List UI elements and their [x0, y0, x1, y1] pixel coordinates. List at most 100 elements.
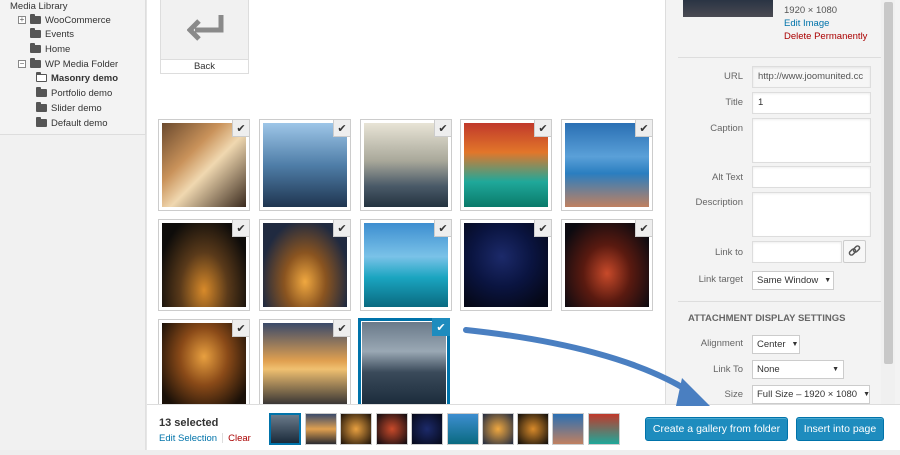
chevron-down-icon: ▼: [832, 366, 839, 373]
size-select[interactable]: Full Size – 1920 × 1080 ▼: [752, 385, 870, 404]
link-to-select[interactable]: None ▼: [752, 360, 844, 379]
folder-icon: [36, 102, 47, 112]
tree-item-events[interactable]: Events: [30, 27, 74, 41]
selection-mini-thumb[interactable]: [305, 413, 337, 445]
attachment-thumb[interactable]: ✔: [460, 219, 552, 311]
tree-item-label: WooCommerce: [45, 14, 111, 26]
link-target-select[interactable]: Same Window ▼: [752, 271, 834, 290]
selection-mini-thumb[interactable]: [447, 413, 479, 445]
divider: [678, 301, 882, 302]
chevron-down-icon: ▼: [791, 341, 799, 348]
return-arrow-icon: [187, 15, 224, 41]
check-icon[interactable]: ✔: [333, 119, 351, 137]
folder-icon: [30, 14, 41, 24]
link-target-value: Same Window: [757, 275, 819, 286]
attachment-thumb[interactable]: ✔: [158, 119, 250, 211]
attachment-thumb-selected[interactable]: ✔: [358, 318, 450, 410]
tree-item-portfolio-demo[interactable]: Portfolio demo: [36, 86, 112, 100]
folder-icon: [30, 43, 41, 53]
alt-text-field[interactable]: [752, 166, 871, 188]
url-field[interactable]: http://www.joomunited.cc: [752, 66, 871, 88]
tree-item-label: Slider demo: [51, 102, 102, 114]
size-label: Size: [724, 389, 743, 400]
attachment-thumb[interactable]: ✔: [259, 119, 351, 211]
back-label: Back: [161, 59, 248, 73]
check-icon[interactable]: ✔: [534, 119, 552, 137]
selection-count: 13 selected: [159, 417, 219, 429]
size-value: Full Size – 1920 × 1080: [757, 389, 858, 400]
check-icon[interactable]: ✔: [232, 219, 250, 237]
check-icon[interactable]: ✔: [232, 319, 250, 337]
title-label: Title: [725, 97, 743, 108]
tree-item-home[interactable]: Home: [30, 42, 70, 56]
tree-item-label: Portfolio demo: [51, 87, 113, 99]
expand-icon[interactable]: +: [18, 16, 26, 24]
folder-icon: [36, 117, 47, 127]
tree-item-label: Masonry demo: [51, 72, 119, 84]
tree-item-label: Default demo: [51, 117, 108, 129]
selection-mini-thumb[interactable]: [340, 413, 372, 445]
link-to-field[interactable]: [752, 241, 842, 263]
caption-field[interactable]: [752, 118, 871, 163]
delete-permanently-link[interactable]: Delete Permanently: [784, 31, 867, 42]
selected-image-preview: [683, 0, 773, 17]
tree-item-masonry-demo[interactable]: Masonry demo: [35, 71, 119, 85]
attachment-thumb[interactable]: ✔: [561, 219, 653, 311]
attachment-thumb[interactable]: ✔: [259, 219, 351, 311]
link-to-display-label: Link To: [713, 364, 743, 375]
selection-mini-thumb[interactable]: [376, 413, 408, 445]
selection-mini-thumb[interactable]: [411, 413, 443, 445]
back-folder-tile[interactable]: Back: [160, 0, 249, 74]
edit-image-link[interactable]: Edit Image: [784, 18, 829, 29]
check-icon[interactable]: ✔: [232, 119, 250, 137]
selection-mini-thumb[interactable]: [588, 413, 620, 445]
footer-strip: [0, 450, 900, 455]
tree-item-label: WP Media Folder: [45, 58, 119, 70]
attachment-thumb[interactable]: ✔: [561, 119, 653, 211]
selection-actions: Edit Selection Clear: [159, 433, 251, 444]
link-to-label: Link to: [715, 247, 743, 258]
link-target-label: Link target: [698, 274, 743, 285]
attachment-thumb[interactable]: ✔: [158, 319, 250, 411]
clear-selection-link[interactable]: Clear: [228, 433, 251, 444]
attachment-thumb[interactable]: ✔: [360, 119, 452, 211]
edit-selection-link[interactable]: Edit Selection: [159, 433, 217, 444]
selection-mini-thumb[interactable]: [269, 413, 301, 445]
selection-mini-thumb[interactable]: [482, 413, 514, 445]
attachment-thumb[interactable]: ✔: [259, 319, 351, 411]
folder-icon: [36, 87, 47, 97]
divider: [678, 57, 882, 58]
link-button[interactable]: [843, 240, 866, 263]
divider: [222, 433, 224, 444]
alt-text-label: Alt Text: [712, 172, 743, 183]
check-icon[interactable]: ✔: [434, 119, 452, 137]
tree-item-default-demo[interactable]: Default demo: [36, 116, 108, 130]
collapse-icon[interactable]: −: [18, 60, 26, 68]
tree-item-slider-demo[interactable]: Slider demo: [36, 101, 102, 115]
check-icon[interactable]: ✔: [534, 219, 552, 237]
tree-item-woocommerce[interactable]: + WooCommerce: [18, 13, 111, 27]
sidebar-scrollbar[interactable]: [881, 0, 895, 404]
title-field[interactable]: 1: [752, 92, 871, 114]
scrollbar-thumb[interactable]: [884, 2, 893, 364]
tree-item-wp-media-folder[interactable]: − WP Media Folder: [18, 57, 118, 71]
attachment-thumb[interactable]: ✔: [360, 219, 452, 311]
tree-item-label: Events: [45, 28, 75, 40]
tree-title[interactable]: Media Library: [10, 1, 68, 12]
check-icon[interactable]: ✔: [434, 219, 452, 237]
attachment-thumb[interactable]: ✔: [460, 119, 552, 211]
insert-into-page-button[interactable]: Insert into page: [796, 417, 884, 441]
check-icon[interactable]: ✔: [635, 119, 653, 137]
selection-mini-thumb[interactable]: [552, 413, 584, 445]
sidebar-background: [0, 135, 146, 455]
create-gallery-button[interactable]: Create a gallery from folder: [645, 417, 788, 441]
alignment-select[interactable]: Center ▼: [752, 335, 800, 354]
check-icon[interactable]: ✔: [635, 219, 653, 237]
folder-open-icon: [35, 71, 47, 82]
attachment-thumb[interactable]: ✔: [158, 219, 250, 311]
check-icon[interactable]: ✔: [333, 319, 351, 337]
description-field[interactable]: [752, 192, 871, 237]
check-icon[interactable]: ✔: [333, 219, 351, 237]
check-icon[interactable]: ✔: [432, 318, 450, 336]
selection-mini-thumb[interactable]: [517, 413, 549, 445]
